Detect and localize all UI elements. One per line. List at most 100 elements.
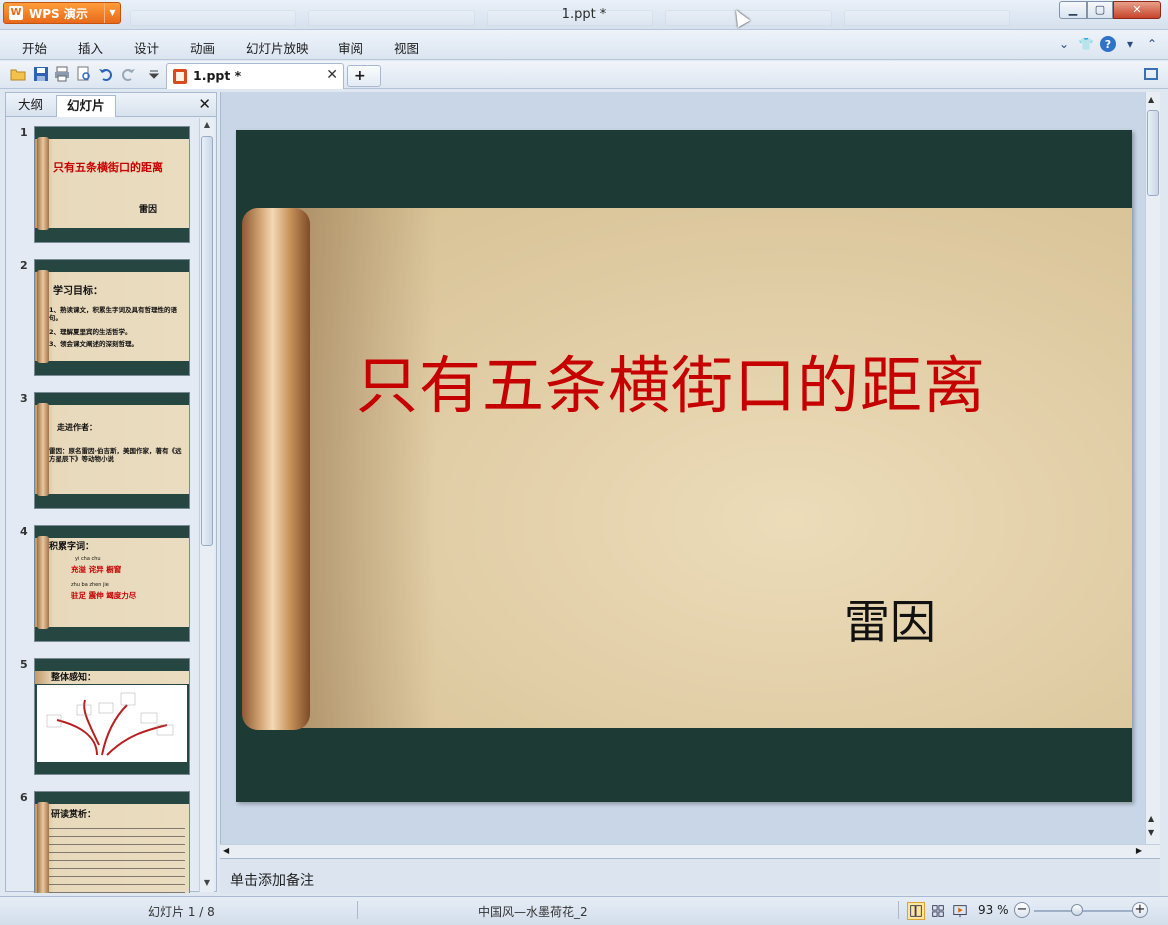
notes-pane[interactable]: 单击添加备注 — [220, 858, 1160, 894]
menu-slideshow[interactable]: 幻灯片放映 — [246, 38, 309, 57]
notes-placeholder: 单击添加备注 — [230, 873, 314, 889]
slide-thumbnail-6[interactable]: 研读赏析： — [34, 791, 190, 893]
current-slide[interactable]: 只有五条横街口的距离 雷因 — [236, 130, 1132, 802]
thumbnail-title: 积累字词： — [49, 542, 95, 552]
tab-slides[interactable]: 幻灯片 — [56, 95, 116, 117]
document-tab[interactable]: 1.ppt * ✕ — [166, 63, 344, 89]
scrollbar-thumb[interactable] — [1147, 110, 1159, 196]
quick-access-toolbar: 1.ppt * ✕ + ▾ — [0, 61, 1168, 102]
status-divider — [357, 901, 358, 919]
thumbnail-line: 驻足 震伸 竭度力尽 — [71, 591, 137, 600]
zoom-in-button[interactable]: + — [1132, 902, 1148, 918]
zoom-slider-knob[interactable] — [1071, 904, 1083, 916]
thumbnail-line: 雷因：原名雷因·伯吉斯，美国作家，著有《远方星辰下》等动物小说 — [49, 447, 182, 464]
thumbnail-line: yi cha chu — [75, 556, 101, 562]
menu-view[interactable]: 视图 — [394, 38, 419, 57]
slide-thumbnail-5[interactable]: 整体感知： — [34, 658, 190, 775]
slideshow-view-icon[interactable] — [951, 902, 969, 920]
thumbnail-number: 1 — [20, 126, 28, 139]
close-panel-icon[interactable]: ✕ — [198, 95, 211, 113]
slide-horizontal-scrollbar[interactable]: ◀ ▶ — [220, 844, 1160, 858]
thumbnail-line: 1、熟读课文，积累生字词及具有哲理性的语句。 — [49, 306, 178, 323]
menu-right-controls: ⌄ 👕 ? ▾ ⌃ — [1056, 36, 1160, 52]
scroll-up-icon[interactable]: ▲ — [1148, 95, 1154, 104]
mindmap-diagram-icon — [46, 692, 174, 756]
scroll-left-icon[interactable]: ◀ — [223, 846, 229, 855]
ribbon-collapse-chevron-icon[interactable]: ⌄ — [1056, 36, 1072, 52]
new-tab-button[interactable]: + ▾ — [347, 65, 381, 102]
maximize-button[interactable]: ▢ — [1087, 1, 1113, 19]
thumbnail-number: 3 — [20, 392, 28, 405]
thumbnail-scrollbar[interactable]: ▲ ▼ — [199, 118, 214, 892]
print-preview-icon[interactable] — [76, 66, 92, 82]
slide-editor: 只有五条横街口的距离 雷因 ▲ ▲ ▼ — [220, 92, 1160, 844]
help-icon[interactable]: ? — [1100, 36, 1116, 52]
thumbnail-line: 3、领会课文阐述的深刻哲理。 — [49, 340, 139, 348]
next-slide-icon[interactable]: ▼ — [1148, 828, 1154, 837]
tab-outline[interactable]: 大纲 — [8, 95, 53, 117]
save-icon[interactable] — [33, 66, 49, 82]
slide-sorter-view-icon[interactable] — [929, 902, 947, 920]
thumbnail-title: 走进作者： — [57, 423, 97, 432]
thumbnail-title: 学习目标： — [53, 286, 103, 297]
undo-icon[interactable] — [98, 66, 114, 82]
slide-thumbnail-3[interactable]: 走进作者： 雷因：原名雷因·伯吉斯，美国作家，著有《远方星辰下》等动物小说 — [34, 392, 190, 509]
slide-thumbnail-1[interactable]: 只有五条横街口的距离 雷因 — [34, 126, 190, 243]
thumbnail-title: 研读赏析： — [51, 810, 97, 820]
menu-insert[interactable]: 插入 — [78, 38, 103, 57]
menu-bar: 开始 插入 设计 动画 幻灯片放映 审阅 视图 ⌄ 👕 ? ▾ ⌃ — [0, 30, 1168, 60]
scroll-roll-decoration — [242, 208, 310, 730]
scroll-down-icon[interactable]: ▼ — [201, 878, 213, 890]
zoom-level[interactable]: 93 % — [978, 903, 1009, 917]
print-icon[interactable] — [54, 66, 70, 82]
title-bar: W WPS 演示 ▼ 1.ppt * ▁ ▢ ✕ — [0, 0, 1168, 30]
menu-design[interactable]: 设计 — [134, 38, 159, 57]
slide-vertical-scrollbar[interactable]: ▲ ▲ ▼ — [1145, 92, 1160, 844]
customize-toolbar-icon[interactable] — [146, 66, 162, 82]
prev-slide-icon[interactable]: ▲ — [1148, 814, 1154, 823]
zoom-slider-track[interactable] — [1034, 910, 1132, 912]
thumbnail-list: 1 只有五条横街口的距离 雷因 2 学习目标： 1、熟读课文，积累生字词及具有哲… — [6, 118, 198, 893]
help-dropdown-icon[interactable]: ▾ — [1122, 36, 1138, 52]
ribbon-minimize-icon[interactable]: ⌃ — [1144, 36, 1160, 52]
scroll-right-icon[interactable]: ▶ — [1136, 846, 1142, 855]
window-title: 1.ppt * — [561, 7, 607, 22]
status-divider — [898, 901, 899, 919]
document-tab-label: 1.ppt * — [193, 68, 242, 83]
redo-icon[interactable] — [120, 66, 136, 82]
menu-home[interactable]: 开始 — [22, 38, 47, 57]
ppt-file-icon — [173, 69, 187, 84]
panel-tabs: 大纲 幻灯片 ✕ — [6, 93, 216, 117]
slide-counter: 幻灯片 1 / 8 — [148, 905, 215, 919]
menu-animation[interactable]: 动画 — [190, 38, 215, 57]
thumbnail-author: 雷因 — [139, 205, 158, 215]
thumbnail-number: 4 — [20, 525, 28, 538]
slide-title[interactable]: 只有五条横街口的距离 — [356, 335, 986, 425]
slide-thumbnail-2[interactable]: 学习目标： 1、熟读课文，积累生字词及具有哲理性的语句。 2、理解夏里宾的生活哲… — [34, 259, 190, 376]
zoom-out-button[interactable]: − — [1014, 902, 1030, 918]
menu-review[interactable]: 审阅 — [338, 38, 363, 57]
scroll-paper-background — [276, 208, 1132, 728]
plus-icon: + — [354, 68, 366, 84]
thumbnail-number: 2 — [20, 259, 28, 272]
skin-shirt-icon[interactable]: 👕 — [1078, 36, 1094, 52]
slide-thumbnail-4[interactable]: 积累字词： yi cha chu 充溢 诧异 橱窗 zhu ba zhen ji… — [34, 525, 190, 642]
thumbnail-number: 6 — [20, 791, 28, 804]
thumbnail-text-block — [49, 824, 185, 893]
slide-thumbnail-panel: 大纲 幻灯片 ✕ 1 只有五条横街口的距离 雷因 2 学习目标： 1、熟读课文，… — [5, 92, 217, 893]
close-window-button[interactable]: ✕ — [1113, 1, 1161, 19]
theme-name: 中国风—水墨荷花_2 — [478, 905, 588, 919]
restore-layout-icon[interactable] — [1144, 68, 1158, 80]
scrollbar-thumb[interactable] — [201, 136, 213, 546]
minimize-button[interactable]: ▁ — [1059, 1, 1087, 19]
thumbnail-title: 只有五条横街口的距离 — [53, 161, 163, 174]
open-folder-icon[interactable] — [10, 66, 26, 82]
slide-author[interactable]: 雷因 — [844, 586, 936, 652]
thumbnail-line: 2、理解夏里宾的生活哲学。 — [49, 328, 132, 336]
close-tab-icon[interactable]: ✕ — [326, 67, 338, 83]
thumbnail-line: 充溢 诧异 橱窗 — [71, 565, 122, 574]
thumbnail-title: 整体感知： — [51, 673, 97, 683]
mindmap-image — [37, 685, 187, 762]
scroll-up-icon[interactable]: ▲ — [201, 120, 213, 132]
normal-view-icon[interactable] — [907, 902, 925, 920]
